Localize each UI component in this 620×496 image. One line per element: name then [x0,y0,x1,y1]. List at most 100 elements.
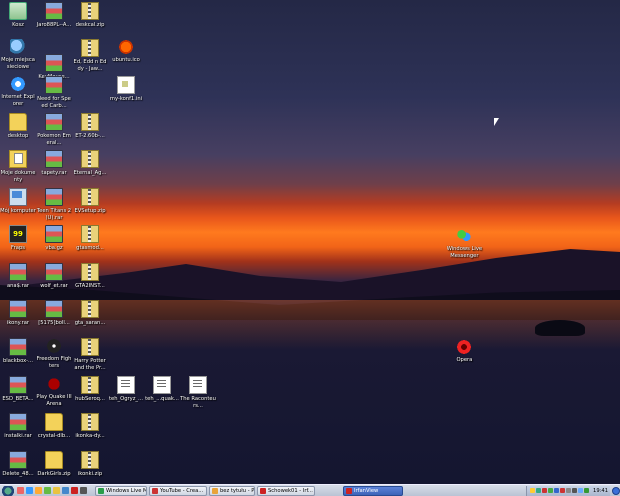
taskbar-button[interactable]: bez tytułu - Paint [209,485,255,496]
desktop-icon-instalki-rar[interactable]: instalki.rar [0,413,36,440]
desktop-icon-moje-dokumenty[interactable]: Moje dokumenty [0,150,36,183]
app-icon [152,487,158,494]
tray-network-icon[interactable] [536,488,542,493]
mydocs-icon [9,150,27,168]
desktop-icon-m-j-komputer[interactable]: Mój komputer [0,188,36,215]
desktop-icon-freedom-fighters[interactable]: Freedom Fighters [36,338,72,369]
desktop-icon-ikonka-dy[interactable]: ikonka-dy... [72,413,108,440]
rar-icon [9,376,27,394]
quicklaunch-desktop-icon[interactable] [44,487,51,494]
desktop-icon-the-raconteurs[interactable]: The Raconteurs... [180,376,216,409]
desktop-icon-teen-titans-2-u-rar[interactable]: Teen Titans 2 (U).rar [36,188,72,221]
taskbar-button[interactable]: Windows Live M... [95,485,147,496]
desktop-icon-5175-boll[interactable]: [5175]boll... [36,300,72,327]
quicklaunch-firefox-icon[interactable] [17,487,24,494]
desktop-icon-gta2inst[interactable]: GTA2INST... [72,263,108,290]
desktop-icon-moje-miejsca-sieciowe[interactable]: Moje miejsca sieciowe [0,39,36,70]
desktop-icon-label: Play Quake III Arena [36,394,72,407]
desktop-icon-label: Freedom Fighters [36,356,72,369]
taskbar-button[interactable]: Schowek01 - Irf... [257,485,315,496]
desktop-icon-label: deskcal.zip [75,22,105,28]
desktop-icon-kosz[interactable]: Kosz [0,2,36,29]
tray-app2-icon[interactable] [572,488,578,493]
desktop-icon-gta-saran[interactable]: gta_saran... [72,300,108,327]
desktop-icon-label: Harry Potter and the Pr... [74,358,106,371]
desktop-icon-ed-edd-n-eddy-jaw[interactable]: Ed, Edd n Eddy - Jaw... [72,39,108,72]
desktop[interactable]: Kosz Moje miejsca sieciowe Internet Explor… [0,0,620,484]
opera-icon [456,339,473,355]
desktop-icon-et-2-60b[interactable]: ET-2.60b-... [72,113,108,140]
desktop-icon-label: tapety.rar [41,170,67,176]
rar-icon [9,338,27,356]
recycle-icon [9,2,27,20]
rar-icon [45,76,63,94]
tray-antivirus-icon[interactable] [530,488,536,493]
tray-messenger-icon[interactable] [548,488,554,493]
desktop-icon-windows-live-messenger[interactable]: Windows Live Messenger [446,228,482,259]
desktop-icon-delete-48[interactable]: Delete_48... [0,451,36,478]
desktop-icon-evsetup-zip[interactable]: EVSetup.zip [72,188,108,215]
desktop-icon-deskcal-zip[interactable]: deskcal.zip [72,2,108,29]
desktop-icon-teh-quak[interactable]: teh_...quak... [144,376,180,403]
quicklaunch-folder-icon[interactable] [53,487,60,494]
desktop-icon-blackbox[interactable]: blackbox-... [0,338,36,365]
desktop-icon-my-konf1-ini[interactable]: my-konf1.ini [108,76,144,103]
desktop-icon-label: instalki.rar [4,433,32,439]
desktop-icon-label: Eternal_Ag... [73,170,107,176]
desktop-icon-esd-beta[interactable]: ESD_BETA... [0,376,36,403]
desktop-icon-opera[interactable]: Opera [446,339,482,364]
zip-icon [81,338,99,356]
rar-icon [45,263,63,281]
desktop-icon-tapety-rar[interactable]: tapety.rar [36,150,72,177]
desktop-icon-ikonki-zip[interactable]: ikonki.zip [72,451,108,478]
quicklaunch-mail-icon[interactable] [62,487,69,494]
tray-app4-icon[interactable] [584,488,590,493]
desktop-icon-harry-potter-and-the-pr[interactable]: Harry Potter and the Pr... [72,338,108,371]
desktop-icon-need-for-speed-carb[interactable]: Need for Speed Carb... [36,76,72,109]
desktop-icon-internet-explorer[interactable]: Internet Explorer [0,76,36,107]
desktop-icon-wolf-et-rar[interactable]: wolf_et.rar [36,263,72,290]
quicklaunch-game-icon[interactable] [80,487,87,494]
desktop-icon-label: Moje miejsca sieciowe [1,57,35,70]
desktop-icon-label: Delete_48... [2,471,34,477]
desktop-icon-darkgirls-zip[interactable]: DarkGirls.zip [36,451,72,478]
app-icon [98,487,104,494]
tray-volume-icon[interactable] [542,488,548,493]
zip-icon [81,413,99,431]
desktop-icon-teh-ogryz[interactable]: teh_Ogryz_... [108,376,144,403]
desktop-icon-ubuntu-ico[interactable]: ubuntu.ico [108,39,144,64]
desktop-icon-desktop[interactable]: desktop [0,113,36,140]
desktop-icon-hubseroq[interactable]: hubSeroq... [72,376,108,403]
desktop-icon-jaro88pl-a[interactable]: Jaro88PL--A... [36,2,72,29]
quicklaunch-ie-icon[interactable] [26,487,33,494]
desktop-icon-vba-gz[interactable]: vba.gz [36,225,72,252]
desktop-icon-gtasmod[interactable]: gtasmod... [72,225,108,252]
quicklaunch-media-icon[interactable] [35,487,42,494]
desktop-icon-label: ikony.rar [6,320,30,326]
tray-app-icon[interactable] [566,488,572,493]
desktop-icon-label: Windows Live Messenger [446,246,483,259]
start-button[interactable] [1,485,15,496]
tray-app3-icon[interactable] [578,488,584,493]
zip-icon [81,451,99,469]
tray-update-icon[interactable] [554,488,560,493]
taskbar-button[interactable]: IrfanView [343,485,403,496]
taskbar-button[interactable]: YouTube - Crea... [149,485,207,496]
clock[interactable]: 19:41 [593,488,608,494]
desktop-icon-play-quake-iii-arena[interactable]: Play Quake III Arena [36,376,72,407]
taskbar-button-label: bez tytułu - Paint [220,487,255,494]
desktop-icon-eternal-ag[interactable]: Eternal_Ag... [72,150,108,177]
messenger-icon [456,228,473,244]
desktop-icon-label: Internet Explorer [1,94,35,107]
desktop-icon-pokemon-emeral[interactable]: Pokemon Emeral... [36,113,72,146]
quicklaunch-opera-icon[interactable] [71,487,78,494]
desktop-icon-ikony-rar[interactable]: ikony.rar [0,300,36,327]
zip-icon [81,263,99,281]
search-icon[interactable] [612,486,620,495]
desktop-icon-crystal-dlb[interactable]: crystal-dlb... [36,413,72,440]
desktop-icon-fraps[interactable]: 99 Fraps [0,225,36,252]
desktop-icon-label: Moje dokumenty [0,170,36,183]
tray-security-icon[interactable] [560,488,566,493]
rar-icon [45,300,63,318]
desktop-icon-ana-rar[interactable]: ana$.rar [0,263,36,290]
